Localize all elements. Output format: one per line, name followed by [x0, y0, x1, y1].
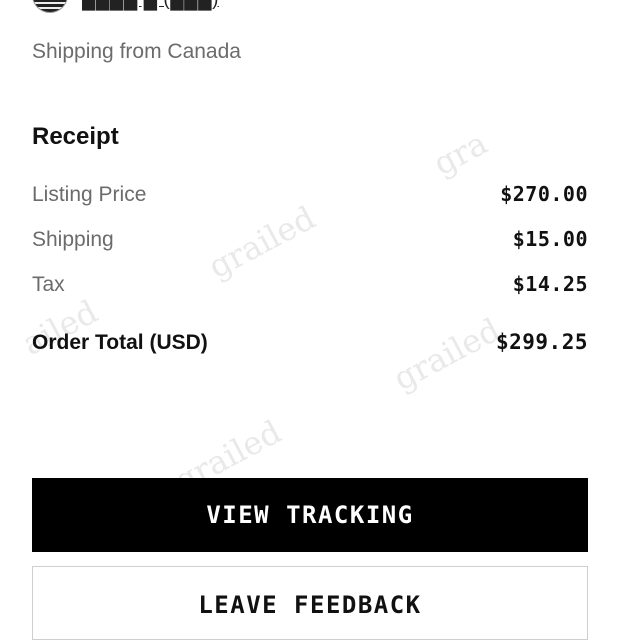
tax-label: Tax — [32, 273, 65, 296]
seller-avatar[interactable] — [32, 0, 68, 13]
receipt-row-shipping: Shipping $15.00 — [32, 227, 588, 252]
watermark: gra — [427, 123, 494, 183]
order-total-label: Order Total (USD) — [32, 331, 208, 354]
tax-value: $14.25 — [512, 272, 588, 296]
listing-price-label: Listing Price — [32, 183, 147, 206]
view-tracking-button[interactable]: VIEW TRACKING — [32, 478, 588, 552]
seller-name-link[interactable]: ████ █ (███) — [82, 0, 219, 11]
receipt-row-tax: Tax $14.25 — [32, 272, 588, 297]
receipt-heading: Receipt — [32, 123, 119, 150]
shipping-value: $15.00 — [512, 227, 588, 251]
seller-row[interactable]: ████ █ (███) — [32, 0, 219, 13]
listing-price-value: $270.00 — [500, 182, 588, 206]
receipt-row-listing-price: Listing Price $270.00 — [32, 182, 588, 207]
shipping-label: Shipping — [32, 228, 114, 251]
leave-feedback-button[interactable]: LEAVE FEEDBACK — [32, 566, 588, 640]
shipping-origin-text: Shipping from Canada — [32, 40, 241, 63]
order-total-value: $299.25 — [495, 330, 588, 354]
receipt-row-order-total: Order Total (USD) $299.25 — [32, 330, 588, 355]
